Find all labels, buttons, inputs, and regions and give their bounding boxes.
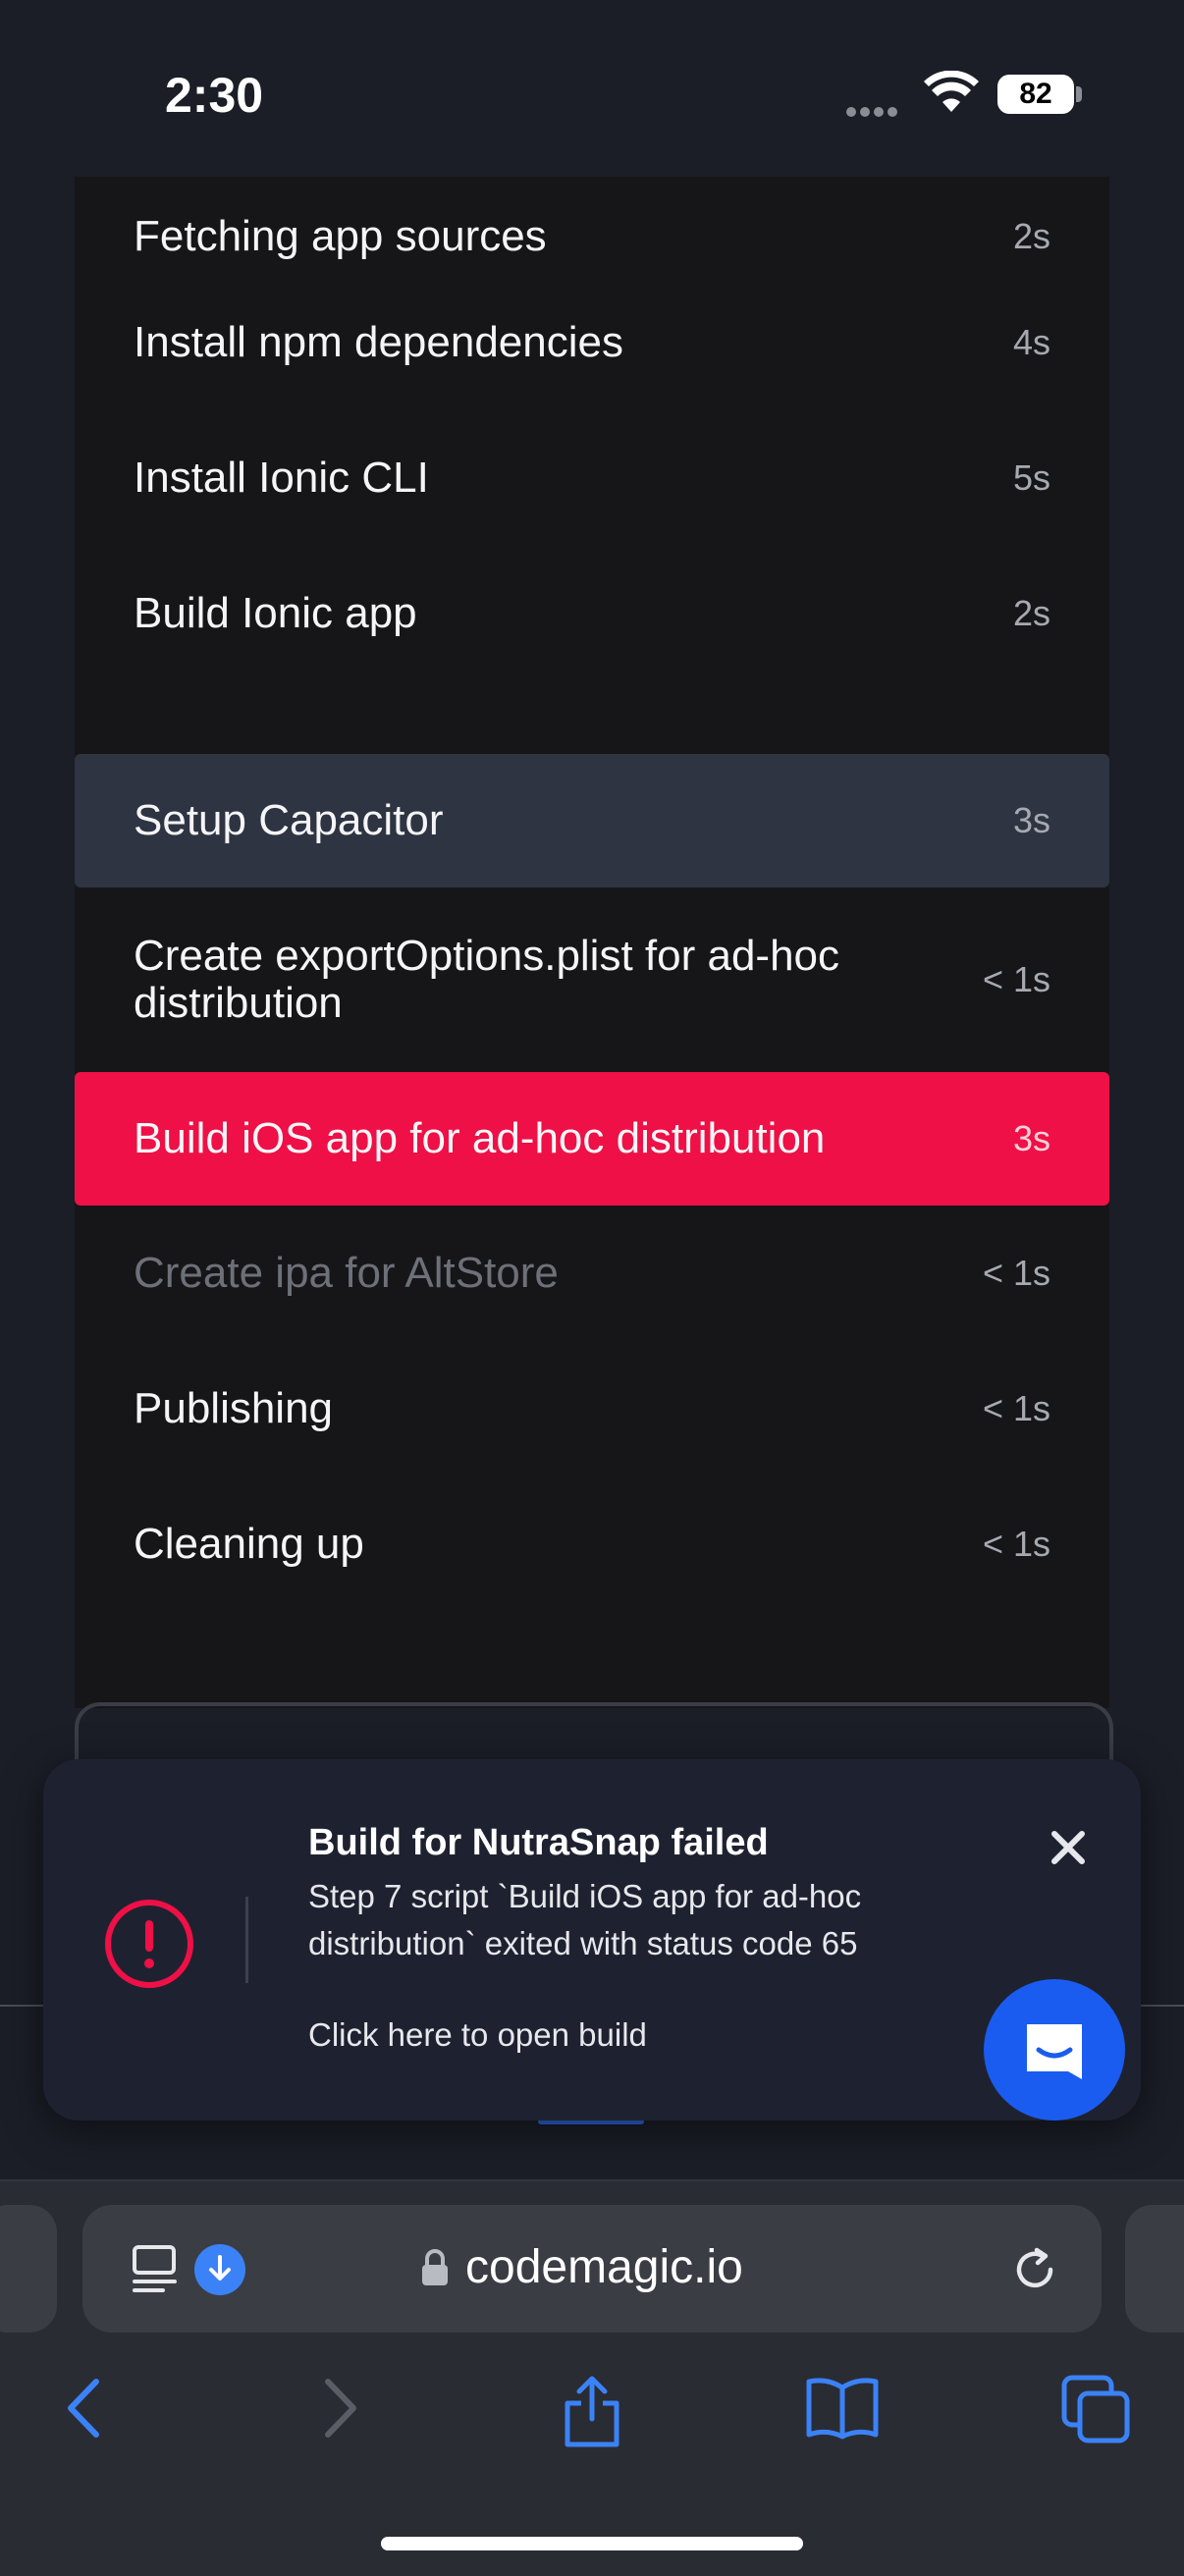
build-step-row-failed[interactable]: Build iOS app for ad-hoc distribution 3s — [75, 1072, 1109, 1206]
build-step-row[interactable]: Install Ionic CLI 5s — [75, 410, 1109, 546]
open-build-link[interactable]: Click here to open build — [308, 2016, 647, 2054]
build-step-duration: < 1s — [982, 1253, 1050, 1293]
build-step-name: Build iOS app for ad-hoc distribution — [134, 1114, 826, 1162]
previous-tab-peek[interactable] — [0, 2205, 57, 2333]
build-step-row[interactable]: Install npm dependencies 4s — [75, 275, 1109, 410]
build-step-name: Cleaning up — [134, 1520, 364, 1568]
cellular-signal-icon — [846, 104, 901, 122]
build-step-name: Create exportOptions.plist for ad-hoc di… — [134, 932, 840, 1027]
build-step-duration: 4s — [1012, 322, 1050, 362]
lock-icon — [422, 2249, 448, 2285]
build-failed-toast[interactable]: Build for NutraSnap failed Step 7 script… — [43, 1759, 1141, 2120]
build-step-name: Install Ionic CLI — [134, 454, 429, 502]
home-indicator — [381, 2537, 803, 2550]
alert-circle-icon — [105, 1900, 193, 1988]
build-step-duration: 3s — [1012, 800, 1050, 840]
build-step-name: Build Ionic app — [134, 589, 417, 637]
forward-icon[interactable] — [316, 2374, 365, 2442]
build-step-row[interactable]: Create exportOptions.plist for ad-hoc di… — [75, 887, 1109, 1072]
wifi-icon — [924, 71, 979, 112]
download-arrow-icon — [209, 2255, 231, 2281]
build-step-name: Install npm dependencies — [134, 318, 623, 366]
build-step-duration: < 1s — [982, 1524, 1050, 1564]
battery-level: 82 — [1019, 78, 1052, 110]
build-step-row-highlighted[interactable]: Setup Capacitor 3s — [75, 754, 1109, 887]
build-step-name: Setup Capacitor — [134, 796, 444, 844]
reload-icon[interactable] — [1009, 2244, 1060, 2295]
toast-divider — [245, 1897, 248, 1983]
status-time: 2:30 — [165, 68, 264, 123]
build-step-row[interactable]: Build Ionic app 2s — [75, 546, 1109, 681]
share-icon[interactable] — [558, 2374, 626, 2448]
build-step-duration: 3s — [1012, 1118, 1050, 1158]
status-bar: 2:30 82 — [0, 0, 1184, 187]
chat-button[interactable] — [984, 1979, 1125, 2120]
toast-message: Step 7 script `Build iOS app for ad-hoc … — [308, 1878, 862, 1961]
toast-title: Build for NutraSnap failed — [308, 1822, 769, 1863]
build-step-name: Fetching app sources — [134, 212, 547, 260]
download-badge[interactable] — [194, 2244, 245, 2295]
build-step-duration: 5s — [1012, 457, 1050, 498]
chat-icon — [1027, 2024, 1082, 2079]
back-icon[interactable] — [59, 2374, 108, 2442]
build-step-duration: < 1s — [982, 959, 1050, 999]
build-step-duration: 2s — [1012, 216, 1050, 256]
battery-cap — [1076, 86, 1082, 102]
build-step-name: Create ipa for AltStore — [134, 1249, 559, 1297]
build-step-row-skipped[interactable]: Create ipa for AltStore < 1s — [75, 1206, 1109, 1341]
close-icon[interactable] — [1039, 1818, 1098, 1877]
page-menu-icon[interactable] — [132, 2244, 181, 2295]
bookmarks-icon[interactable] — [805, 2374, 880, 2442]
next-card-outline — [75, 1702, 1113, 1765]
build-step-row[interactable]: Cleaning up < 1s — [75, 1476, 1109, 1612]
build-step-name: Publishing — [134, 1384, 334, 1432]
build-step-row[interactable]: Fetching app sources 2s — [75, 177, 1109, 277]
tabs-icon[interactable] — [1060, 2374, 1131, 2444]
next-tab-peek[interactable] — [1125, 2205, 1184, 2333]
battery-icon: 82 — [997, 75, 1074, 114]
build-step-row[interactable]: Publishing < 1s — [75, 1341, 1109, 1476]
build-steps-list: Fetching app sources 2s Install npm depe… — [75, 177, 1109, 1708]
build-step-duration: 2s — [1012, 593, 1050, 633]
build-step-duration: < 1s — [982, 1388, 1050, 1428]
url-text[interactable]: codemagic.io — [465, 2240, 743, 2294]
